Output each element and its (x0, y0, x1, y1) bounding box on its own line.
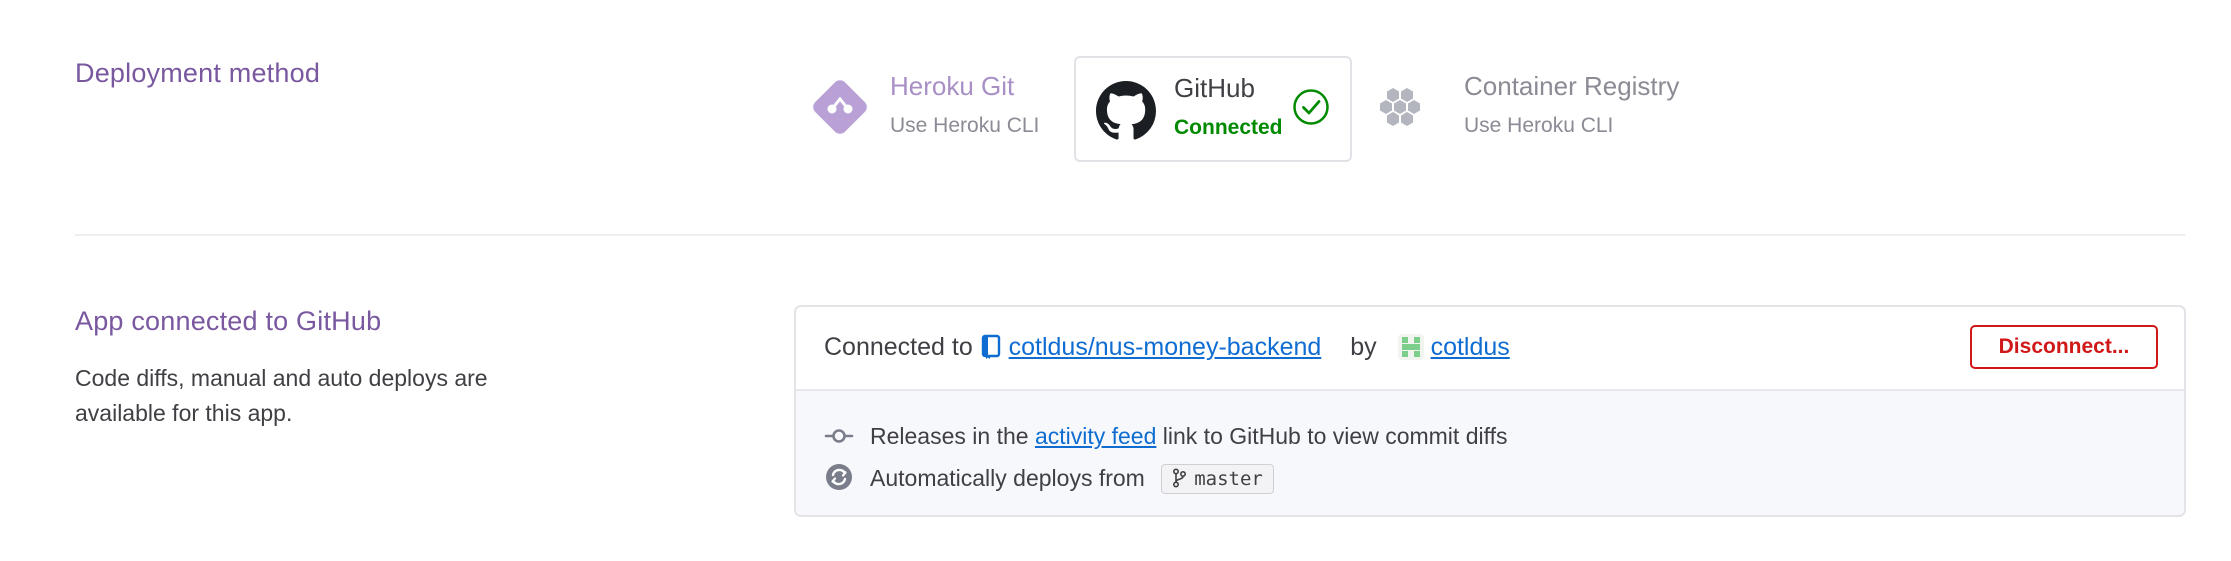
app-connected-title: App connected to GitHub (75, 306, 382, 336)
method-name: Heroku Git (890, 71, 1015, 101)
user-link[interactable]: cotldus (1431, 333, 1510, 361)
connection-panel-body: Releases in the activity feed link to Gi… (796, 391, 2184, 515)
method-github[interactable]: GitHub Connected (1074, 56, 1352, 162)
check-circle-icon (1293, 89, 1329, 125)
deployment-method-title: Deployment method (75, 58, 321, 88)
activity-feed-link[interactable]: activity feed (1035, 423, 1156, 449)
by-label: by (1350, 333, 1377, 361)
method-name: Container Registry (1464, 71, 1680, 101)
method-container-registry[interactable]: Container Registry Use Heroku CLI (1372, 56, 1692, 162)
app-connected-description: Code diffs, manual and auto deploys are … (75, 365, 488, 426)
connected-to-label: Connected to (824, 333, 973, 361)
disconnect-button[interactable]: Disconnect... (1970, 325, 2158, 369)
repo-icon (981, 334, 1000, 359)
auto-deploy-icon (826, 464, 852, 490)
method-name: GitHub (1174, 73, 1255, 103)
branch-name: master (1194, 468, 1263, 490)
section-divider (75, 234, 2185, 236)
repo-link[interactable]: cotldus/nus-money-backend (1009, 333, 1322, 361)
commit-icon (824, 429, 854, 443)
branch-badge: master (1161, 464, 1274, 494)
connected-status: Connected (1174, 116, 1283, 139)
deploy-settings-page: Deployment method Heroku Git Use Heroku … (0, 0, 2231, 561)
releases-suffix: link to GitHub to view commit diffs (1162, 423, 1508, 449)
connection-panel: Connected to cotldus/nus-money-backend b… (794, 305, 2186, 517)
connection-summary: Connected to cotldus/nus-money-backend b… (824, 333, 1510, 362)
method-heroku-git[interactable]: Heroku Git Use Heroku CLI (810, 56, 1070, 162)
releases-prefix: Releases in the (870, 423, 1029, 449)
method-subtitle: Use Heroku CLI (1464, 114, 1614, 137)
auto-deploy-label: Automatically deploys from (870, 465, 1145, 491)
user-avatar-icon (1397, 334, 1424, 360)
method-subtitle: Use Heroku CLI (890, 114, 1040, 137)
heroku-git-icon (813, 80, 867, 134)
branch-icon (1173, 468, 1187, 488)
connection-panel-header: Connected to cotldus/nus-money-backend b… (796, 307, 2184, 391)
container-registry-icon (1380, 88, 1420, 126)
github-icon (1096, 81, 1156, 140)
